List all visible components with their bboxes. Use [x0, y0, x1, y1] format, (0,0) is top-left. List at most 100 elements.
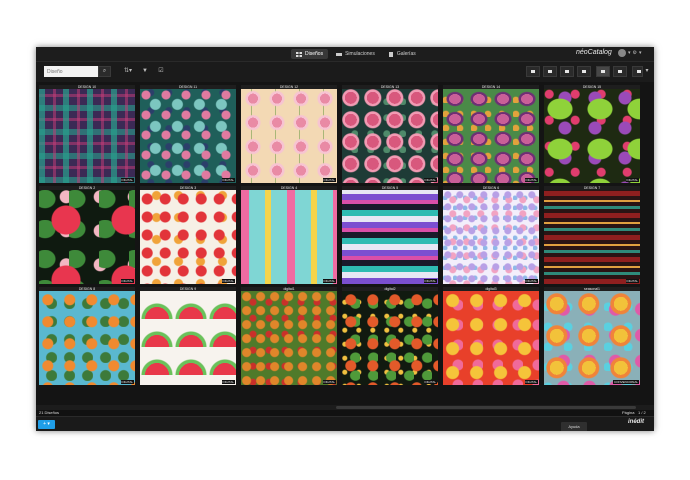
view-grid-icon [601, 70, 605, 73]
design-thumbnail[interactable] [39, 89, 135, 183]
view-detail-button[interactable] [613, 66, 627, 77]
tab-designs-label: Diseños [305, 51, 324, 57]
design-thumbnail[interactable] [140, 291, 236, 385]
design-card[interactable]: DESIGN 11 DIGITAL [140, 85, 236, 183]
design-card[interactable]: DESIGN 2 DIGITAL [39, 186, 135, 284]
design-card[interactable]: DESIGN 8 DIGITAL [39, 287, 135, 385]
design-type-badge: DIGITAL [322, 279, 336, 283]
design-type-badge: DIGITAL [120, 279, 134, 283]
view-grid-button[interactable] [596, 66, 610, 77]
help-button[interactable]: Ayuda [561, 422, 587, 431]
design-card[interactable]: DESIGN 4 DIGITAL [241, 186, 337, 284]
design-card[interactable]: DESIGN 10 DIGITAL [39, 85, 135, 183]
design-thumbnail[interactable] [39, 291, 135, 385]
view-xl-icon [531, 70, 535, 73]
top-bar: Diseños Simulaciones Galerías néoCatalog… [36, 47, 654, 62]
design-thumbnail[interactable] [342, 291, 438, 385]
design-thumbnail[interactable] [443, 190, 539, 284]
design-type-badge: CONVENCIONAL [612, 380, 639, 384]
design-thumbnail[interactable] [39, 190, 135, 284]
search-icon: ⌕ [102, 68, 107, 74]
sort-button[interactable]: ⇅▾ [120, 66, 136, 77]
checkbox-icon: ☑ [158, 68, 164, 74]
filter-icon: ▼ [142, 68, 148, 74]
design-type-badge: DIGITAL [423, 178, 437, 182]
design-type-badge: DIGITAL [120, 380, 134, 384]
brand-logo: néoCatalog [576, 49, 612, 56]
scrollbar-thumb[interactable] [336, 406, 636, 409]
design-type-badge: DIGITAL [322, 178, 336, 182]
design-type-badge: DIGITAL [221, 380, 235, 384]
view-small-button[interactable] [577, 66, 591, 77]
design-card[interactable]: DESIGN 13 DIGITAL [342, 85, 438, 183]
view-xl-button[interactable] [526, 66, 540, 77]
design-thumbnail[interactable] [140, 190, 236, 284]
gear-icon[interactable]: ⚙ [633, 50, 637, 56]
tab-galleries-label: Galerías [396, 51, 416, 57]
more-button[interactable]: ▾ [643, 66, 651, 77]
select-button[interactable]: ☑ [156, 66, 166, 77]
design-card[interactable]: digital1 DIGITAL [241, 287, 337, 385]
add-button[interactable]: + ▾ [38, 420, 55, 429]
view-large-button[interactable] [543, 66, 557, 77]
design-card[interactable]: DESIGN 9 DIGITAL [140, 287, 236, 385]
design-type-badge: DIGITAL [524, 279, 538, 283]
window-button[interactable] [632, 66, 643, 77]
design-thumbnail[interactable] [241, 190, 337, 284]
design-thumbnail[interactable] [241, 89, 337, 183]
design-type-badge: DIGITAL [322, 380, 336, 384]
design-thumbnail[interactable] [241, 291, 337, 385]
design-thumbnail[interactable] [544, 190, 640, 284]
main-tabs: Diseños Simulaciones Galerías [291, 49, 421, 59]
design-card[interactable]: DESIGN 6 DIGITAL [443, 186, 539, 284]
design-type-badge: DIGITAL [625, 279, 639, 283]
chevron-down-icon[interactable]: ▾ [639, 50, 642, 56]
view-medium-button[interactable] [560, 66, 574, 77]
user-menu[interactable]: ▾ ⚙ ▾ [618, 49, 642, 57]
tab-galleries[interactable]: Galerías [383, 49, 421, 59]
toolbar: ⌕ ⇅▾ ▼ ☑ ▾ [36, 62, 654, 82]
search-input[interactable] [44, 66, 98, 77]
eye-icon [618, 70, 622, 73]
design-card[interactable]: DESIGN 14 DIGITAL [443, 85, 539, 183]
design-type-badge: DIGITAL [221, 178, 235, 182]
design-card[interactable]: DESIGN 7 DIGITAL [544, 186, 640, 284]
view-small-icon [582, 70, 586, 73]
design-type-badge: DIGITAL [524, 178, 538, 182]
footer: + ▾ Ayuda inédit [36, 416, 654, 431]
view-medium-icon [565, 70, 569, 73]
view-large-icon [548, 70, 552, 73]
design-card[interactable]: DESIGN 5 DIGITAL [342, 186, 438, 284]
design-type-badge: DIGITAL [423, 380, 437, 384]
brand-text: néoCatalog [576, 49, 612, 56]
chevron-down-icon[interactable]: ▾ [628, 50, 631, 56]
design-type-badge: DIGITAL [524, 380, 538, 384]
design-card[interactable]: DESIGN 15 DIGITAL [544, 85, 640, 183]
tab-simulations[interactable]: Simulaciones [331, 49, 380, 59]
design-type-badge: DIGITAL [221, 279, 235, 283]
design-card[interactable]: seasonal1 CONVENCIONAL [544, 287, 640, 385]
design-thumbnail[interactable] [443, 89, 539, 183]
design-type-badge: DIGITAL [423, 279, 437, 283]
design-type-badge: DIGITAL [625, 178, 639, 182]
design-thumbnail[interactable] [342, 89, 438, 183]
design-thumbnail[interactable] [443, 291, 539, 385]
design-card[interactable]: DESIGN 3 DIGITAL [140, 186, 236, 284]
tab-designs[interactable]: Diseños [291, 49, 329, 59]
footer-logo: inédit [628, 419, 644, 425]
filter-button[interactable]: ▼ [140, 66, 150, 77]
design-type-badge: DIGITAL [120, 178, 134, 182]
design-thumbnail[interactable] [140, 89, 236, 183]
design-card[interactable]: digital3 DIGITAL [443, 287, 539, 385]
design-card[interactable]: DESIGN 12 DIGITAL [241, 85, 337, 183]
tab-simulations-label: Simulaciones [345, 51, 375, 57]
sort-icon: ⇅▾ [123, 68, 133, 74]
avatar[interactable] [618, 49, 626, 57]
layers-icon [336, 52, 343, 57]
design-card[interactable]: digital2 DIGITAL [342, 287, 438, 385]
design-thumbnail[interactable] [544, 89, 640, 183]
design-thumbnail[interactable] [342, 190, 438, 284]
design-thumbnail[interactable] [544, 291, 640, 385]
search-button[interactable]: ⌕ [98, 66, 111, 77]
design-grid: DESIGN 10 DIGITAL DESIGN 11 DIGITAL DESI… [36, 85, 654, 385]
